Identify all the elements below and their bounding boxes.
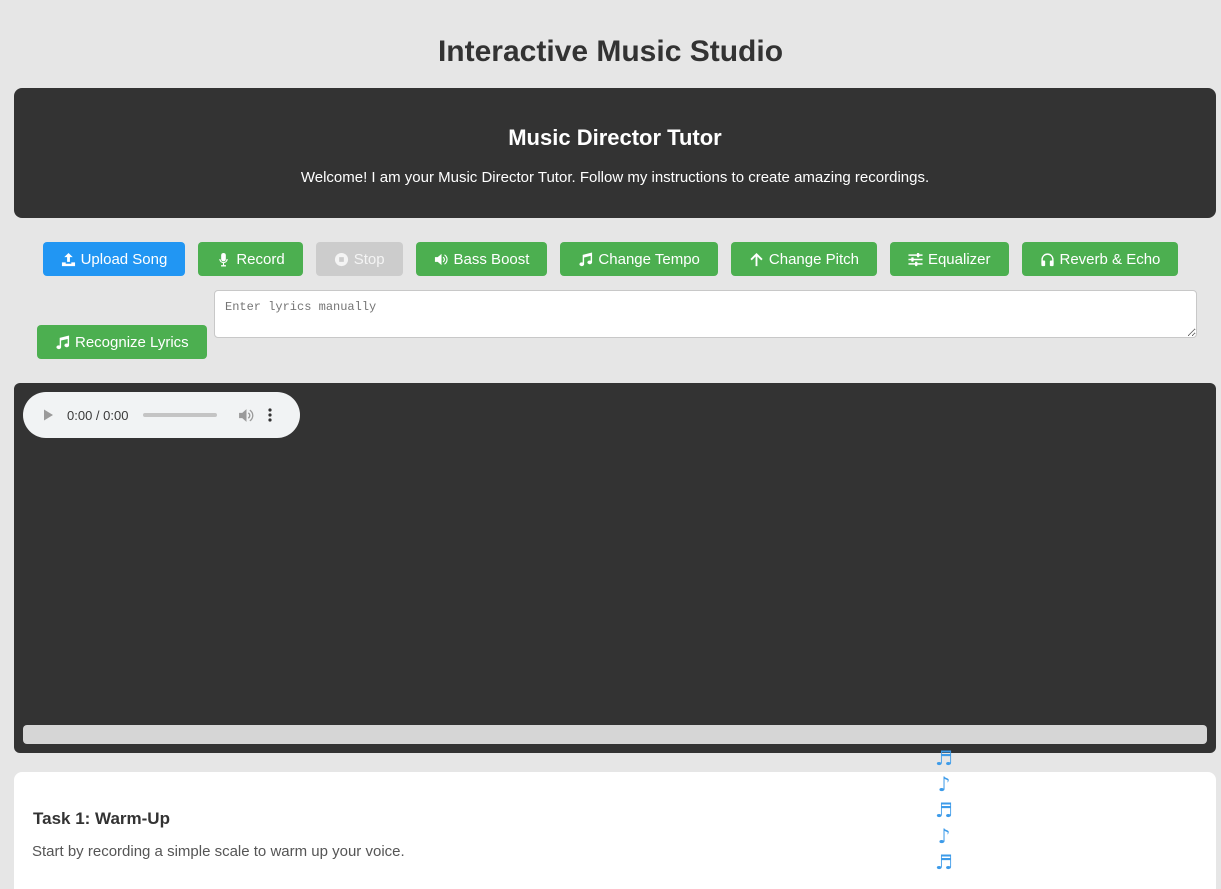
music-note-icon: ♪: [937, 772, 951, 796]
music-note-icon: ♬: [935, 798, 953, 822]
volume-up-icon: [434, 253, 448, 265]
task-description: Start by recording a simple scale to war…: [32, 843, 405, 860]
task-card: Task 1: Warm-Up Start by recording a sim…: [14, 772, 1216, 889]
audio-time: 0:00 / 0:00: [67, 407, 129, 423]
equalizer-label: Equalizer: [927, 250, 991, 268]
music-note-icon: [56, 334, 70, 349]
music-note-icon: ♬: [935, 850, 953, 874]
microphone-icon: [219, 252, 229, 267]
tutor-panel: Music Director Tutor Welcome! I am your …: [14, 88, 1216, 218]
recognize-lyrics-label: Recognize Lyrics: [75, 333, 189, 351]
change-tempo-button[interactable]: Change Tempo: [560, 242, 718, 276]
headphones-icon: [1040, 252, 1054, 266]
music-note-icon: [579, 251, 593, 266]
upload-song-label: Upload Song: [80, 250, 168, 268]
record-button[interactable]: Record: [198, 242, 303, 276]
reverb-echo-label: Reverb & Echo: [1059, 250, 1161, 268]
equalizer-button[interactable]: Equalizer: [889, 242, 1009, 276]
reverb-echo-button[interactable]: Reverb & Echo: [1021, 242, 1179, 276]
arrow-up-icon: [750, 252, 763, 266]
bass-boost-button[interactable]: Bass Boost: [415, 242, 548, 276]
change-pitch-label: Change Pitch: [768, 250, 859, 268]
control-bar: Upload Song Record Stop Bass Boost Chang…: [0, 242, 1221, 276]
upload-song-button[interactable]: Upload Song: [42, 242, 186, 276]
playback-progress-bar: [23, 725, 1207, 744]
volume-icon[interactable]: [238, 407, 255, 424]
visualizer-panel: 0:00 / 0:00: [14, 383, 1216, 753]
upload-icon: [61, 252, 75, 266]
sliders-icon: [908, 252, 923, 266]
record-label: Record: [236, 250, 285, 268]
seek-bar[interactable]: [143, 413, 218, 417]
stop-label: Stop: [353, 250, 385, 268]
change-tempo-label: Change Tempo: [598, 250, 700, 268]
bass-boost-label: Bass Boost: [453, 250, 530, 268]
tutor-message: Welcome! I am your Music Director Tutor.…: [300, 169, 930, 186]
play-icon[interactable]: [41, 408, 55, 422]
page-title: Interactive Music Studio: [437, 35, 784, 68]
more-options-icon[interactable]: [268, 408, 273, 422]
audio-player[interactable]: 0:00 / 0:00: [23, 392, 300, 438]
music-note-icon: ♪: [937, 824, 951, 848]
tutor-title: Music Director Tutor: [508, 125, 722, 150]
floating-notes: ♬ ♪ ♬ ♪ ♬: [934, 745, 954, 875]
stop-circle-icon: [334, 252, 348, 266]
stop-button[interactable]: Stop: [315, 242, 403, 276]
music-note-icon: ♬: [935, 746, 953, 770]
lyrics-input[interactable]: [214, 290, 1197, 338]
recognize-lyrics-button[interactable]: Recognize Lyrics: [37, 325, 207, 359]
change-pitch-button[interactable]: Change Pitch: [730, 242, 877, 276]
task-title: Task 1: Warm-Up: [33, 809, 170, 828]
